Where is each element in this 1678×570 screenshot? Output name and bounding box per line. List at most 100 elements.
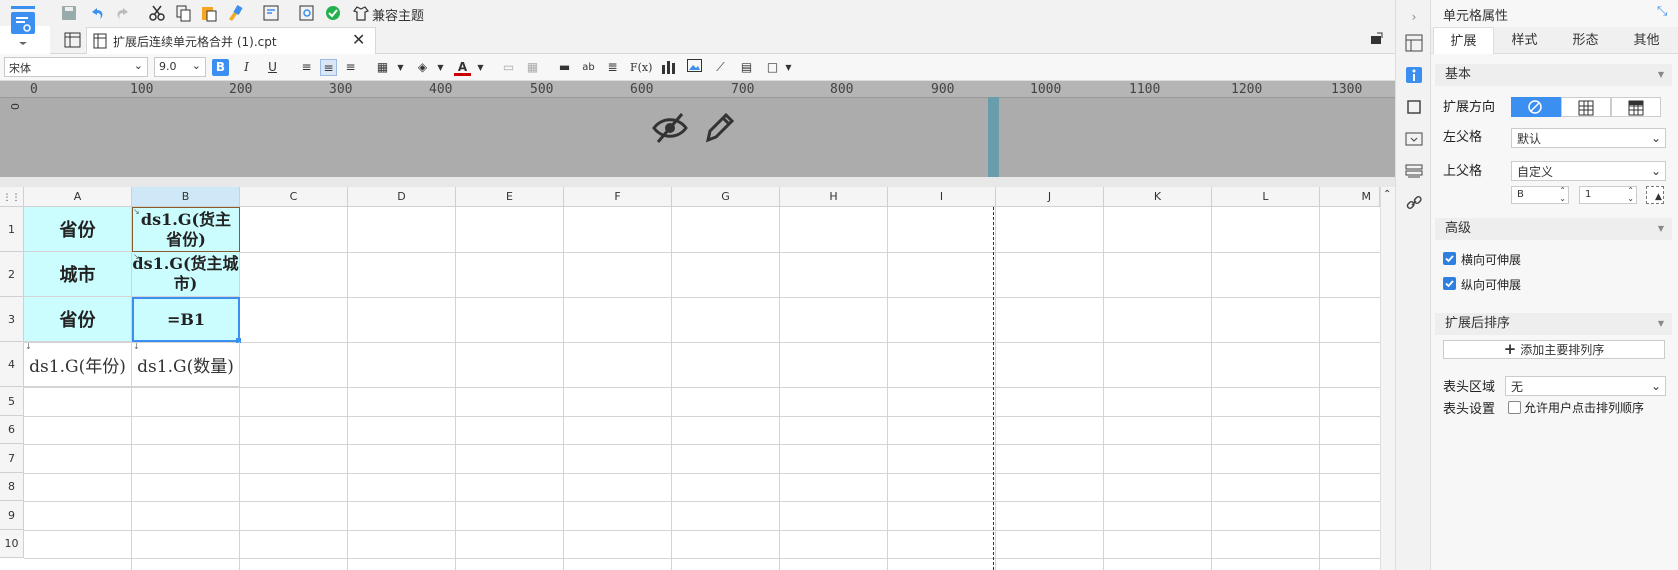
dropdown-widget-icon[interactable] [1405, 130, 1423, 148]
theme-button[interactable]: 兼容主题 [372, 5, 424, 24]
row-header[interactable]: 8 [0, 473, 24, 501]
cell-a4[interactable]: ds1.G(年份) [24, 342, 132, 387]
grid-view-icon[interactable] [64, 31, 82, 52]
check-circle-icon[interactable] [324, 4, 342, 22]
sub-report-icon[interactable]: ▤ [738, 59, 755, 76]
cut-icon[interactable] [148, 4, 166, 22]
column-header[interactable]: D [348, 187, 456, 207]
data-set-icon[interactable] [1405, 162, 1423, 180]
row-header[interactable]: 4 [0, 342, 24, 387]
cell-a3[interactable]: 省份 [24, 297, 132, 342]
spinner-icon[interactable]: ⌃ ⌄ [1559, 187, 1566, 203]
top-parent-select[interactable]: 自定义 ⌄ [1511, 161, 1666, 181]
chevron-right-icon[interactable]: › [1405, 10, 1423, 28]
row-header[interactable]: 6 [0, 416, 24, 444]
vertical-scrollbar[interactable]: ⌃ [1380, 187, 1395, 570]
template-icon[interactable] [1405, 34, 1423, 52]
spinner-icon[interactable]: ⌃ ⌄ [1627, 187, 1634, 203]
chart-icon[interactable] [660, 59, 677, 76]
cell-a1[interactable]: 省份 [24, 207, 132, 252]
column-header[interactable]: H [780, 187, 888, 207]
page-header-area[interactable]: 0 [0, 98, 1395, 177]
save-icon[interactable] [60, 4, 78, 22]
row-header[interactable]: 10 [0, 530, 24, 558]
undo-icon[interactable] [88, 4, 106, 22]
pin-arrow-icon[interactable]: ⤡ [1657, 4, 1667, 19]
paste-icon[interactable] [200, 4, 218, 22]
tab-document[interactable]: 扩展后连续单元格合并 (1).cpt ✕ [86, 27, 376, 54]
row-header[interactable]: 1 [0, 207, 24, 252]
format-painter-icon[interactable] [226, 4, 244, 22]
column-header[interactable]: F [564, 187, 672, 207]
row-header[interactable]: 2 [0, 252, 24, 297]
fill-color-icon[interactable]: ◈ [414, 59, 431, 76]
section-sort[interactable]: 扩展后排序 ▼ [1435, 313, 1672, 335]
top-parent-column-input[interactable]: B ⌃ ⌄ [1511, 186, 1569, 204]
row-header[interactable]: 7 [0, 444, 24, 473]
text-icon[interactable]: ab [580, 59, 597, 76]
hide-eye-icon[interactable] [652, 112, 688, 147]
top-parent-row-input[interactable]: 1 ⌃ ⌄ [1579, 186, 1637, 204]
left-parent-select[interactable]: 默认 ⌄ [1511, 128, 1666, 148]
redo-icon[interactable] [114, 4, 132, 22]
preview-template-icon[interactable] [262, 4, 280, 22]
align-center-icon[interactable]: ≡ [320, 59, 337, 76]
italic-icon[interactable]: I [238, 59, 255, 76]
cell-b3[interactable]: =B1 [132, 297, 240, 342]
spreadsheet-grid[interactable]: ⋮⋮ A B C D E F G H I J K L M 1 2 3 4 5 6… [0, 187, 1380, 570]
copy-icon[interactable] [174, 4, 192, 22]
section-basic[interactable]: 基本 ▼ [1435, 64, 1672, 86]
cell-border-icon[interactable]: □ [764, 59, 781, 76]
allow-sort-checkbox[interactable] [1508, 401, 1521, 414]
chevron-up-icon[interactable]: ⌃ [1383, 189, 1391, 200]
column-header[interactable]: L [1212, 187, 1320, 207]
border-icon[interactable]: ▦ [374, 59, 391, 76]
direction-horizontal-button[interactable] [1611, 97, 1661, 117]
select-cell-icon[interactable]: ▲ [1646, 186, 1664, 204]
column-header[interactable]: J [996, 187, 1104, 207]
shirt-icon[interactable] [352, 4, 370, 22]
row-header[interactable]: 5 [0, 387, 24, 416]
search-icon[interactable] [298, 4, 316, 22]
direction-vertical-button[interactable] [1561, 97, 1611, 117]
font-color-icon[interactable]: A [454, 59, 471, 76]
tab-form[interactable]: 形态 [1555, 27, 1616, 54]
header-area-select[interactable]: 无 ⌄ [1505, 376, 1666, 396]
formula-icon[interactable]: F(x) [630, 59, 652, 76]
section-advanced[interactable]: 高级 ▼ [1435, 218, 1672, 240]
bold-icon[interactable]: B [212, 59, 229, 76]
row-header[interactable]: 3 [0, 297, 24, 342]
slash-cell-icon[interactable]: ⟋ [712, 59, 729, 76]
h-extend-checkbox[interactable] [1443, 252, 1456, 265]
app-logo-icon[interactable] [8, 6, 40, 45]
cell-properties-icon[interactable] [1405, 66, 1423, 84]
collapse-icon[interactable] [1368, 31, 1384, 50]
select-all-corner[interactable]: ⋮⋮ [0, 187, 24, 207]
column-header[interactable]: M [1320, 187, 1380, 207]
paragraph-icon[interactable]: ≣ [604, 59, 621, 76]
split-cells-icon[interactable]: ▦ [524, 59, 541, 76]
edit-pencil-icon[interactable] [704, 110, 736, 147]
column-header[interactable]: I [888, 187, 996, 207]
page-boundary-marker[interactable] [988, 97, 999, 177]
cell-b4[interactable]: ds1.G(数量) [132, 342, 240, 387]
chevron-down-icon[interactable]: ▼ [392, 59, 409, 76]
column-header[interactable]: B [132, 187, 240, 207]
column-header[interactable]: A [24, 187, 132, 207]
direction-none-button[interactable] [1511, 97, 1561, 117]
chevron-down-icon[interactable]: ▼ [780, 59, 797, 76]
merge-cells-icon[interactable]: ▭ [500, 59, 517, 76]
align-left-icon[interactable]: ≡ [298, 59, 315, 76]
underline-icon[interactable]: U [264, 59, 281, 76]
font-size-select[interactable]: 9.0 ⌄ [154, 57, 206, 77]
cell-a2[interactable]: 城市 [24, 252, 132, 297]
tab-expand[interactable]: 扩展 [1433, 27, 1494, 54]
add-sort-button[interactable]: + 添加主要排列序 [1443, 340, 1665, 359]
widget-icon[interactable] [1405, 98, 1423, 116]
font-family-select[interactable]: 宋体 ⌄ [4, 57, 148, 77]
insert-row-icon[interactable]: ▬ [556, 59, 573, 76]
chevron-down-icon[interactable]: ▼ [432, 59, 449, 76]
cell-b1[interactable]: ds1.G(货主省份) [132, 207, 240, 252]
column-header[interactable]: E [456, 187, 564, 207]
chevron-down-icon[interactable]: ▼ [472, 59, 489, 76]
